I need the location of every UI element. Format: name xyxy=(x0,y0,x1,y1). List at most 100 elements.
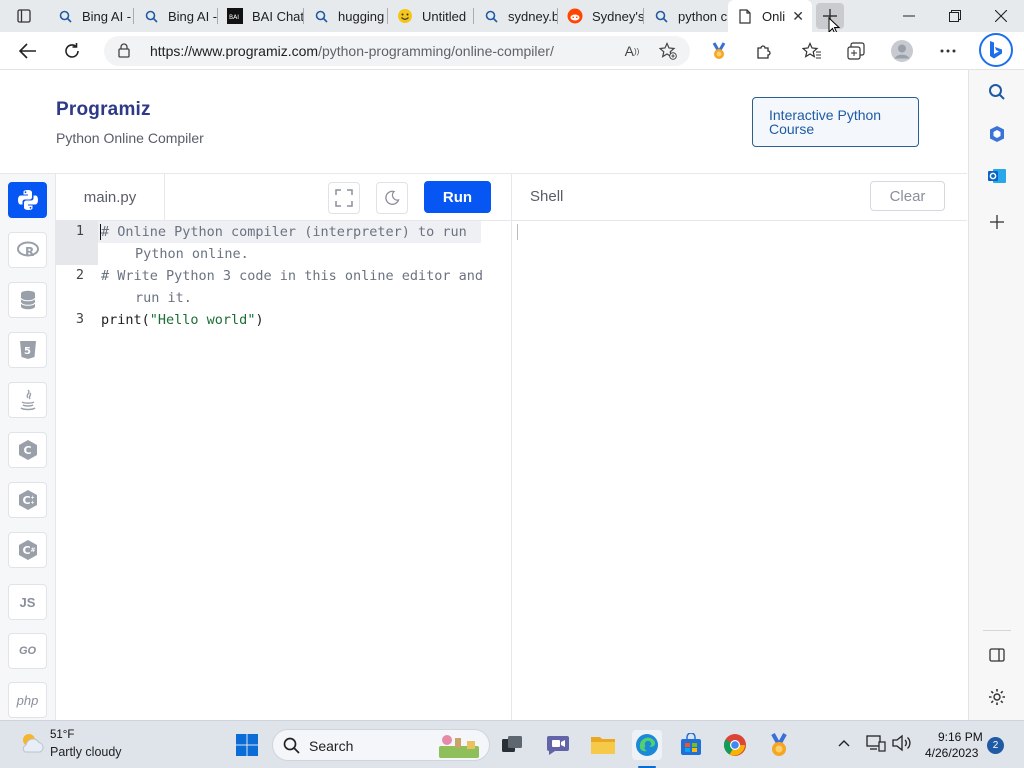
show-hidden-icons-chevron-icon[interactable] xyxy=(838,735,850,750)
back-button[interactable] xyxy=(14,38,42,64)
volume-icon[interactable] xyxy=(892,734,912,755)
clock-date[interactable]: 4/26/2023 xyxy=(925,746,978,760)
moon-icon xyxy=(385,190,400,205)
fullscreen-icon xyxy=(335,189,353,207)
weather-partly-cloudy-icon[interactable] xyxy=(18,730,46,756)
tab-title: hugging xyxy=(338,8,385,24)
dark-mode-button[interactable] xyxy=(376,182,408,214)
tab-actions-icon[interactable] xyxy=(8,6,40,26)
bai-logo-icon: BAI xyxy=(226,7,244,25)
file-explorer-icon[interactable] xyxy=(588,730,618,760)
lang-c[interactable]: C xyxy=(8,432,47,468)
fullscreen-button[interactable] xyxy=(328,182,360,214)
profile-avatar[interactable] xyxy=(888,38,916,64)
browser-tab[interactable]: Sydney's xyxy=(558,0,644,32)
favorites-icon[interactable] xyxy=(798,38,826,64)
lang-go[interactable]: GO xyxy=(8,633,47,669)
close-window-button[interactable] xyxy=(978,0,1024,32)
search-icon[interactable] xyxy=(985,80,1009,104)
browser-tab[interactable]: sydney.b xyxy=(474,0,558,32)
network-icon[interactable] xyxy=(866,734,886,755)
windows-logo-icon xyxy=(236,734,258,756)
lang-sql[interactable] xyxy=(8,282,47,318)
page-icon xyxy=(736,7,754,25)
collections-icon[interactable] xyxy=(842,38,870,64)
arrow-left-icon xyxy=(19,43,36,59)
add-favorite-icon[interactable] xyxy=(657,41,679,61)
address-bar[interactable]: https://www.programiz.com/python-program… xyxy=(104,36,690,66)
extensions-icon[interactable] xyxy=(750,38,778,64)
read-aloud-icon[interactable]: A)) xyxy=(621,41,643,61)
lang-csharp[interactable]: C # xyxy=(8,532,47,568)
database-icon xyxy=(20,290,35,310)
python-icon xyxy=(17,190,38,210)
teams-chat-icon[interactable] xyxy=(543,730,573,760)
browser-tab[interactable]: Untitled xyxy=(388,0,474,32)
settings-gear-icon[interactable] xyxy=(985,685,1009,709)
search-icon xyxy=(283,737,300,759)
restore-button[interactable] xyxy=(932,0,978,32)
svg-text:R: R xyxy=(25,245,34,259)
minimize-button[interactable] xyxy=(886,0,932,32)
bing-icon xyxy=(990,41,1002,59)
outlook-icon[interactable] xyxy=(985,164,1009,188)
svg-text:+: + xyxy=(30,500,34,506)
search-icon xyxy=(312,7,330,25)
svg-text:5: 5 xyxy=(24,346,31,357)
line-number: 2 xyxy=(75,267,84,283)
taskbar-search[interactable]: Search xyxy=(272,729,490,761)
task-view-icon[interactable] xyxy=(497,730,527,760)
edge-taskbar-icon[interactable] xyxy=(632,730,662,760)
extension-medal-icon[interactable] xyxy=(705,38,733,64)
url-text: https://www.programiz.com/python-program… xyxy=(150,43,554,59)
start-button[interactable] xyxy=(232,730,262,760)
svg-text:C: C xyxy=(22,544,30,557)
shell-cursor xyxy=(517,224,518,240)
shell-output[interactable] xyxy=(511,221,967,720)
more-menu-icon[interactable] xyxy=(934,38,962,64)
browser-tab[interactable]: BAI BAI Chat xyxy=(218,0,304,32)
weather-description[interactable]: Partly cloudy xyxy=(50,745,122,759)
lang-r[interactable]: R xyxy=(8,232,47,268)
lang-javascript[interactable]: JS xyxy=(8,584,47,620)
browser-tab[interactable]: python c xyxy=(644,0,728,32)
hide-sidebar-icon[interactable] xyxy=(985,643,1009,667)
line-gutter: 1 2 3 xyxy=(56,221,98,720)
lang-html[interactable]: 5 xyxy=(8,332,47,368)
notification-badge[interactable]: 2 xyxy=(987,737,1004,754)
clear-button[interactable]: Clear xyxy=(870,181,945,211)
weather-temperature[interactable]: 51°F xyxy=(50,729,74,741)
chrome-icon[interactable] xyxy=(720,730,750,760)
refresh-icon xyxy=(65,43,79,58)
lang-python[interactable] xyxy=(8,182,47,218)
browser-tab-active[interactable]: Onli ✕ xyxy=(728,0,812,32)
run-button[interactable]: Run xyxy=(424,181,491,213)
store-icon[interactable] xyxy=(676,730,706,760)
interactive-course-button[interactable]: Interactive Python Course xyxy=(752,97,919,147)
shell-title: Shell xyxy=(530,188,564,205)
refresh-button[interactable] xyxy=(58,38,86,64)
lang-php[interactable]: php xyxy=(8,682,47,718)
bing-chat-button[interactable] xyxy=(979,33,1013,67)
close-tab-icon[interactable]: ✕ xyxy=(792,8,804,25)
browser-tab[interactable]: Bing AI - xyxy=(134,0,218,32)
lang-cpp[interactable]: C + + xyxy=(8,482,47,518)
html5-icon: 5 xyxy=(19,341,36,359)
java-icon xyxy=(20,389,35,411)
browser-tab[interactable]: hugging xyxy=(304,0,388,32)
svg-text:#: # xyxy=(30,547,35,554)
site-header: Programiz Python Online Compiler Interac… xyxy=(0,71,967,174)
lang-java[interactable] xyxy=(8,382,47,418)
medal-app-icon[interactable] xyxy=(764,730,794,760)
file-tab-main-py[interactable]: main.py xyxy=(56,174,165,220)
office-icon[interactable] xyxy=(985,122,1009,146)
r-icon: R xyxy=(16,241,39,259)
clock-time[interactable]: 9:16 PM xyxy=(938,730,983,744)
c-icon: C xyxy=(18,440,37,460)
code-editor[interactable]: 1 2 3 # Online Python compiler (interpre… xyxy=(56,221,511,720)
browser-tab[interactable]: Bing AI - xyxy=(48,0,134,32)
editor-toolbar: main.py Run xyxy=(56,174,511,221)
add-icon[interactable] xyxy=(985,210,1009,234)
programiz-logo[interactable]: Programiz xyxy=(56,99,151,121)
lock-icon[interactable] xyxy=(118,43,130,63)
